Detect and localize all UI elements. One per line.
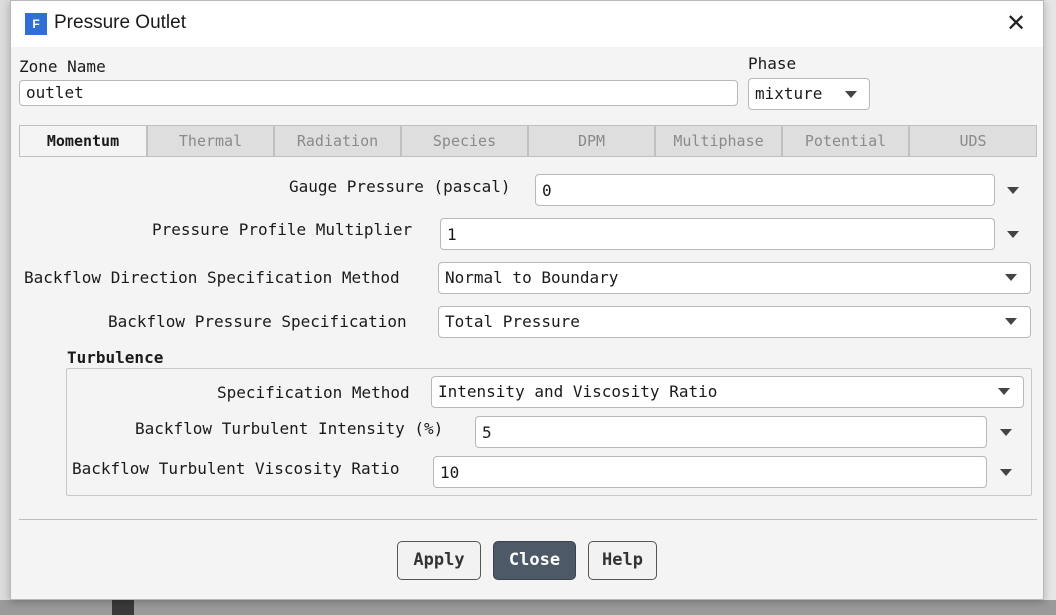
tab-potential[interactable]: Potential — [782, 125, 909, 157]
tab-bar: Momentum Thermal Radiation Species DPM M… — [19, 125, 1037, 157]
spec-method-dropdown[interactable]: Intensity and Viscosity Ratio — [431, 376, 1024, 408]
tab-multiphase[interactable]: Multiphase — [655, 125, 782, 157]
backflow-pressure-label: Backflow Pressure Specification — [108, 312, 407, 331]
tab-species[interactable]: Species — [401, 125, 528, 157]
backflow-pressure-dropdown[interactable]: Total Pressure — [438, 306, 1031, 338]
dialog-title: Pressure Outlet — [54, 12, 186, 33]
pressure-profile-options-icon[interactable] — [1007, 231, 1019, 238]
pressure-outlet-dialog: F Pressure Outlet ✕ Zone Name outlet Pha… — [10, 0, 1044, 600]
phase-label: Phase — [748, 54, 797, 73]
close-button[interactable]: Close — [493, 541, 576, 580]
zone-name-input[interactable]: outlet — [19, 80, 738, 106]
viscosity-ratio-label: Backflow Turbulent Viscosity Ratio — [72, 459, 400, 478]
pressure-profile-multiplier-label: Pressure Profile Multiplier — [152, 220, 413, 239]
button-separator — [19, 519, 1037, 520]
chevron-down-icon — [998, 388, 1010, 395]
backflow-direction-label: Backflow Direction Specification Method — [24, 268, 400, 287]
turbulent-intensity-label: Backflow Turbulent Intensity (%) — [135, 419, 444, 438]
background-app-strip — [1044, 0, 1056, 615]
tab-radiation[interactable]: Radiation — [274, 125, 401, 157]
background-taskbar — [0, 600, 1056, 615]
spec-method-value: Intensity and Viscosity Ratio — [438, 382, 718, 401]
title-bar: F Pressure Outlet ✕ — [11, 1, 1043, 47]
chevron-down-icon — [845, 91, 857, 98]
turbulence-group-title: Turbulence — [67, 348, 164, 367]
gauge-pressure-input[interactable]: 0 — [535, 174, 995, 206]
spec-method-label: Specification Method — [217, 383, 410, 402]
backflow-direction-dropdown[interactable]: Normal to Boundary — [438, 262, 1031, 294]
tab-uds[interactable]: UDS — [909, 125, 1037, 157]
viscosity-ratio-options-icon[interactable] — [1000, 469, 1012, 476]
tab-thermal[interactable]: Thermal — [147, 125, 274, 157]
backflow-pressure-value: Total Pressure — [445, 312, 580, 331]
pressure-profile-multiplier-input[interactable]: 1 — [440, 218, 995, 250]
apply-button[interactable]: Apply — [397, 541, 481, 580]
chevron-down-icon — [1005, 274, 1017, 281]
tab-momentum[interactable]: Momentum — [19, 125, 147, 157]
gauge-pressure-label: Gauge Pressure (pascal) — [289, 177, 511, 196]
turbulent-intensity-input[interactable]: 5 — [475, 416, 987, 448]
help-button[interactable]: Help — [588, 541, 657, 580]
viscosity-ratio-input[interactable]: 10 — [433, 456, 987, 488]
backflow-direction-value: Normal to Boundary — [445, 268, 619, 287]
gauge-pressure-options-icon[interactable] — [1007, 187, 1019, 194]
phase-value: mixture — [755, 84, 823, 103]
close-icon[interactable]: ✕ — [1001, 9, 1031, 39]
turbulent-intensity-options-icon[interactable] — [1000, 429, 1012, 436]
background-element — [112, 600, 134, 615]
tab-dpm[interactable]: DPM — [528, 125, 655, 157]
phase-dropdown[interactable]: mixture — [748, 78, 870, 110]
app-icon: F — [25, 13, 47, 35]
chevron-down-icon — [1005, 318, 1017, 325]
zone-name-label: Zone Name — [19, 57, 106, 76]
